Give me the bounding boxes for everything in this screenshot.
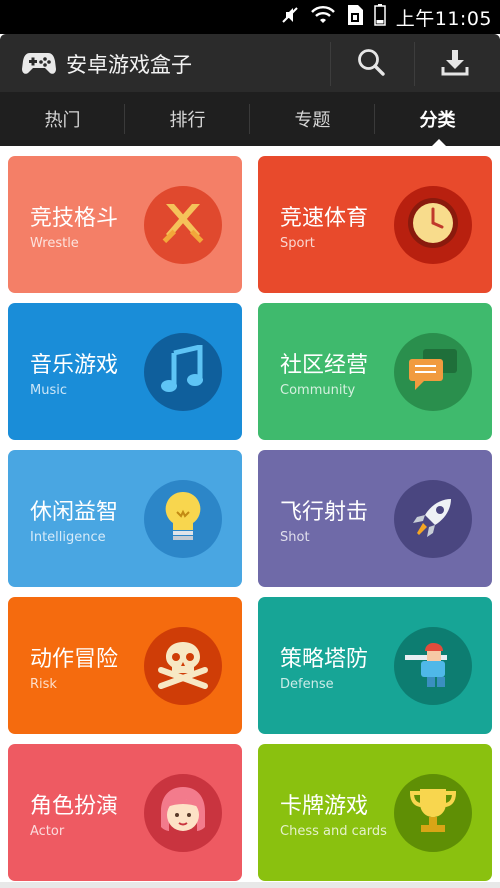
- tab-label: 热门: [44, 110, 81, 131]
- category-title: 策略塔防: [280, 647, 369, 672]
- category-title: 休闲益智: [30, 500, 119, 525]
- category-title: 社区经营: [280, 353, 369, 378]
- category-card[interactable]: 竞速体育 Sport: [258, 156, 492, 293]
- skull-icon: [155, 638, 211, 694]
- search-icon: [356, 47, 386, 81]
- category-icon-circle: [144, 186, 222, 264]
- girl-face-icon: [155, 783, 211, 843]
- tab-ranking[interactable]: 排行: [125, 92, 250, 146]
- category-card[interactable]: 动作冒险 Risk: [8, 597, 242, 734]
- tab-label: 排行: [169, 110, 206, 131]
- crossed-swords-icon: [158, 198, 208, 252]
- category-subtitle: Wrestle: [30, 236, 79, 251]
- category-title: 飞行射击: [280, 500, 369, 525]
- category-card[interactable]: 策略塔防 Defense: [258, 597, 492, 734]
- sim-card-icon: [346, 4, 364, 30]
- trophy-icon: [408, 785, 458, 841]
- wifi-icon: [310, 5, 336, 29]
- category-title: 动作冒险: [30, 647, 119, 672]
- chat-bubbles-icon: [405, 345, 461, 399]
- category-subtitle: Actor: [30, 824, 65, 839]
- clock-icon: [404, 194, 462, 256]
- rocket-icon: [407, 491, 459, 547]
- category-title: 卡牌游戏: [280, 794, 369, 819]
- category-subtitle: Chess and cards: [280, 824, 387, 839]
- soldier-icon: [403, 637, 463, 695]
- category-subtitle: Defense: [280, 677, 334, 692]
- category-subtitle: Sport: [280, 236, 315, 251]
- gamepad-icon: [22, 49, 56, 77]
- category-title: 竞技格斗: [30, 206, 119, 231]
- category-card[interactable]: 社区经营 Community: [258, 303, 492, 440]
- download-icon: [440, 47, 470, 81]
- category-card[interactable]: 休闲益智 Intelligence: [8, 450, 242, 587]
- category-icon-circle: [144, 774, 222, 852]
- category-subtitle: Shot: [280, 530, 310, 545]
- tab-label: 分类: [419, 110, 456, 131]
- category-title: 角色扮演: [30, 794, 119, 819]
- category-card[interactable]: 飞行射击 Shot: [258, 450, 492, 587]
- category-subtitle: Intelligence: [30, 530, 106, 545]
- category-card[interactable]: 音乐游戏 Music: [8, 303, 242, 440]
- search-button[interactable]: [331, 42, 411, 86]
- tab-categories[interactable]: 分类: [375, 92, 500, 146]
- category-card[interactable]: 竞技格斗 Wrestle: [8, 156, 242, 293]
- category-card[interactable]: 卡牌游戏 Chess and cards: [258, 744, 492, 881]
- app-title: 安卓游戏盒子: [66, 53, 192, 77]
- category-icon-circle: [394, 774, 472, 852]
- category-subtitle: Risk: [30, 677, 57, 692]
- category-icon-circle: [394, 186, 472, 264]
- category-icon-circle: [144, 480, 222, 558]
- action-bar: 安卓游戏盒子: [0, 34, 500, 92]
- category-subtitle: Community: [280, 383, 356, 398]
- bottom-edge: [0, 882, 500, 888]
- music-note-icon: [160, 343, 206, 399]
- category-icon-circle: [394, 480, 472, 558]
- category-icon-circle: [144, 627, 222, 705]
- tab-topics[interactable]: 专题: [250, 92, 375, 146]
- status-time: 上午11:05: [395, 7, 492, 30]
- category-title: 竞速体育: [280, 206, 369, 231]
- status-bar: 上午11:05: [0, 0, 500, 34]
- mute-icon: [280, 5, 300, 29]
- category-icon-circle: [394, 627, 472, 705]
- category-card[interactable]: 角色扮演 Actor: [8, 744, 242, 881]
- download-button[interactable]: [415, 42, 495, 86]
- tab-bar: 热门 排行 专题 分类: [0, 92, 500, 146]
- category-icon-circle: [394, 333, 472, 411]
- tab-label: 专题: [294, 110, 331, 131]
- tab-hot[interactable]: 热门: [0, 92, 125, 146]
- category-grid: 竞技格斗 Wrestle 竞速体育 Sport 音乐游戏 Music 社区经营 …: [0, 146, 500, 888]
- lightbulb-icon: [163, 490, 203, 548]
- category-title: 音乐游戏: [30, 353, 119, 378]
- battery-icon: [373, 4, 386, 30]
- category-subtitle: Music: [30, 383, 67, 398]
- category-icon-circle: [144, 333, 222, 411]
- status-icons: 上午11:05: [280, 0, 492, 34]
